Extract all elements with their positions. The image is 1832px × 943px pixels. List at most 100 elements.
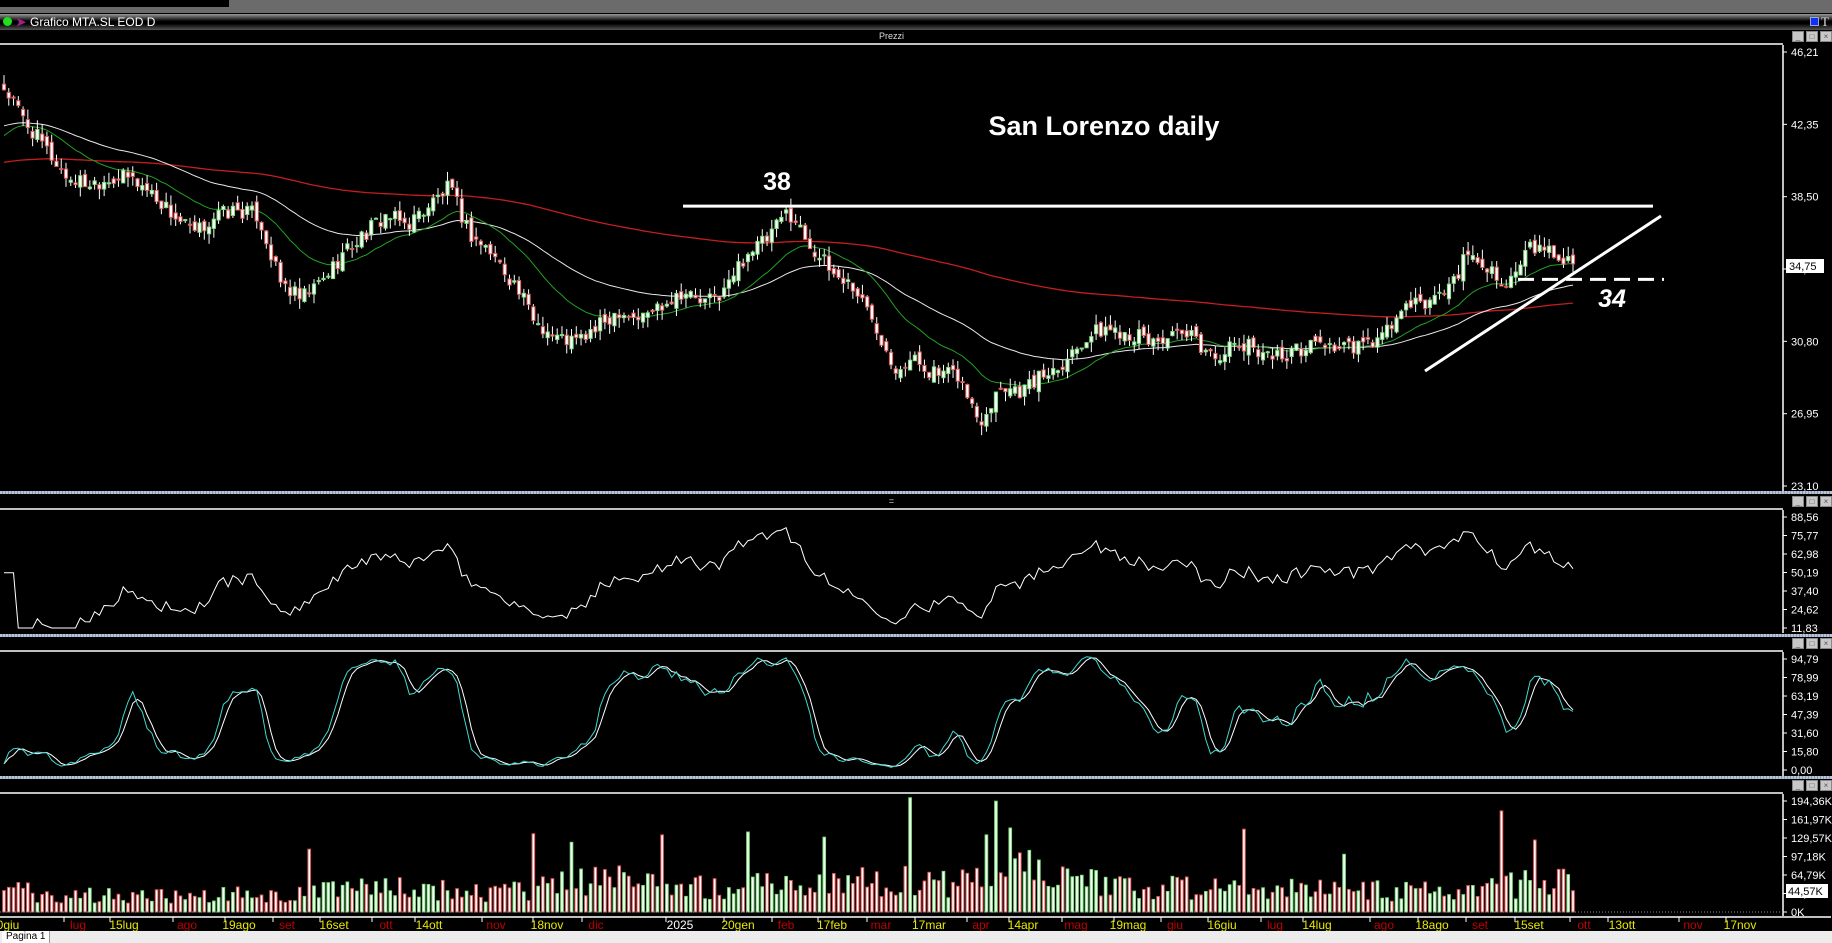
volume-bar bbox=[1523, 870, 1528, 913]
candle-body bbox=[931, 366, 937, 383]
candle-body bbox=[211, 218, 216, 229]
volume-bar bbox=[402, 893, 407, 913]
volume-bar bbox=[431, 885, 436, 913]
candle-body bbox=[1351, 340, 1356, 354]
candle-body bbox=[440, 193, 445, 197]
candle-body bbox=[741, 262, 746, 267]
candle-body bbox=[493, 252, 498, 258]
candle-body bbox=[350, 248, 355, 251]
page-tab[interactable]: Pagina 1 bbox=[2, 931, 51, 943]
volume-bar bbox=[1151, 898, 1156, 913]
candle-body bbox=[1403, 303, 1409, 311]
candle-body bbox=[917, 351, 922, 365]
candle-body bbox=[1518, 264, 1523, 276]
candle-body bbox=[392, 210, 398, 220]
volume-bar bbox=[388, 890, 393, 913]
candle-body bbox=[793, 220, 798, 224]
volume-bar bbox=[336, 896, 340, 913]
volume-bar bbox=[708, 898, 712, 913]
candle-body bbox=[1489, 266, 1495, 274]
candle-body bbox=[712, 294, 717, 297]
candle-body bbox=[955, 368, 960, 382]
last-price-label: 34,75 bbox=[1789, 261, 1817, 273]
volume-bar bbox=[1070, 876, 1075, 913]
stock-chart[interactable]: 46,2142,3538,5034,6530,8026,9523,1088,56… bbox=[0, 0, 1832, 931]
candle-body bbox=[397, 210, 402, 222]
candle-body bbox=[817, 257, 822, 261]
volume-bar bbox=[545, 883, 550, 913]
volume-bar bbox=[603, 869, 607, 913]
candle-body bbox=[807, 238, 813, 250]
candle-body bbox=[383, 214, 388, 229]
time-axis-label: 18nov bbox=[531, 918, 564, 931]
volume-bar bbox=[207, 902, 211, 913]
candle-body bbox=[564, 334, 569, 346]
time-axis-label: 14apr bbox=[1008, 918, 1039, 931]
candle-body bbox=[388, 218, 393, 221]
volume-bar bbox=[693, 877, 698, 913]
volume-bar bbox=[1075, 875, 1079, 913]
stoch-fast-line bbox=[3, 656, 1574, 768]
candle-body bbox=[1547, 245, 1552, 253]
volume-bar bbox=[49, 895, 54, 913]
volume-bar bbox=[35, 902, 40, 913]
candle-body bbox=[1060, 366, 1065, 371]
candle-body bbox=[516, 280, 522, 295]
candle-body bbox=[1179, 329, 1185, 335]
volume-tick-label: 0K bbox=[1791, 907, 1805, 919]
time-axis-label: nov bbox=[1683, 918, 1702, 931]
volume-bar bbox=[197, 897, 202, 913]
candle-body bbox=[450, 178, 455, 189]
volume-bar bbox=[1342, 853, 1346, 913]
candle-body bbox=[660, 305, 665, 311]
candle-body bbox=[206, 226, 212, 235]
candle-body bbox=[1361, 337, 1366, 343]
candle-body bbox=[769, 228, 774, 243]
candle-body bbox=[345, 243, 350, 250]
volume-bar bbox=[350, 888, 354, 913]
candle-body bbox=[860, 294, 865, 299]
volume-bar bbox=[1103, 876, 1108, 913]
candle-body bbox=[707, 293, 712, 299]
volume-bar bbox=[359, 878, 364, 913]
candle-body bbox=[984, 414, 989, 427]
volume-bar bbox=[450, 898, 455, 913]
candle-body bbox=[326, 275, 331, 278]
candle-body bbox=[187, 223, 193, 226]
candle-body bbox=[960, 381, 965, 384]
candle-body bbox=[760, 235, 765, 244]
volume-bar bbox=[1361, 881, 1365, 913]
candle-body bbox=[6, 91, 11, 99]
volume-bar bbox=[245, 890, 250, 913]
candle-body bbox=[679, 291, 684, 300]
candle-body bbox=[1079, 347, 1084, 350]
candle-body bbox=[855, 288, 860, 297]
volume-bar bbox=[836, 878, 841, 913]
volume-bar bbox=[1113, 878, 1117, 913]
stoch-slow-line bbox=[3, 657, 1574, 767]
volume-bar bbox=[717, 894, 722, 913]
volume-bar bbox=[135, 894, 140, 913]
candle-body bbox=[640, 312, 646, 323]
volume-bar bbox=[316, 897, 321, 913]
volume-bar bbox=[331, 881, 335, 913]
volume-bar bbox=[560, 871, 564, 913]
volume-bar bbox=[1504, 875, 1509, 913]
volume-bar bbox=[1561, 868, 1566, 913]
volume-bar bbox=[1556, 868, 1561, 913]
volume-bar bbox=[908, 797, 912, 913]
candle-body bbox=[655, 303, 660, 312]
volume-bar bbox=[1046, 885, 1051, 913]
volume-bar bbox=[1399, 898, 1404, 913]
candle-body bbox=[426, 207, 431, 217]
candle-body bbox=[44, 135, 50, 147]
volume-bar bbox=[426, 884, 431, 913]
volume-bar bbox=[1318, 879, 1323, 913]
candle-body bbox=[307, 292, 312, 295]
volume-bar bbox=[1246, 894, 1251, 913]
candle-body bbox=[1098, 322, 1103, 337]
volume-bar bbox=[593, 866, 598, 913]
candle-body bbox=[354, 245, 360, 248]
volume-bar bbox=[1294, 892, 1299, 913]
candle-body bbox=[1365, 337, 1371, 340]
